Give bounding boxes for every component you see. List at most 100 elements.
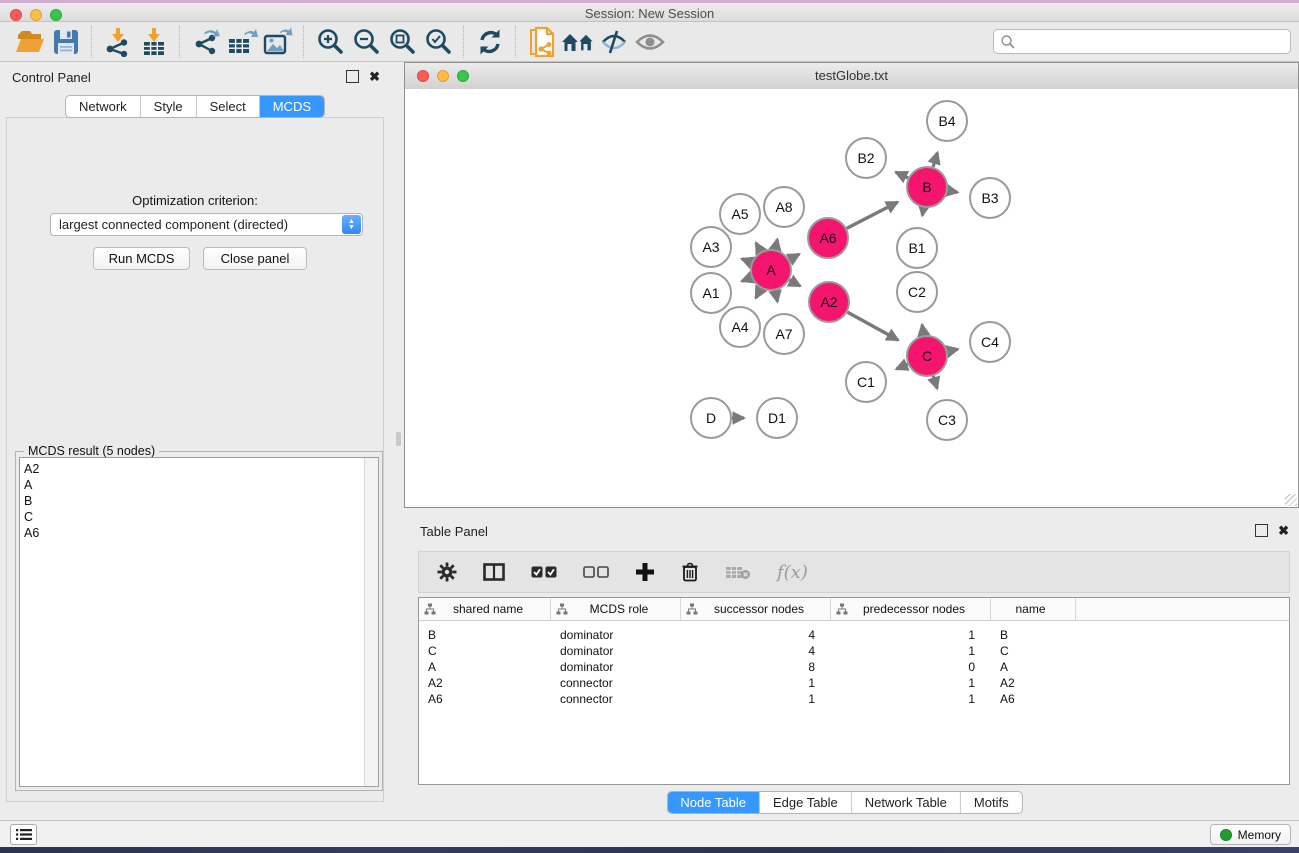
- close-panel-button[interactable]: Close panel: [203, 247, 307, 270]
- export-table-icon: [226, 27, 258, 57]
- graph-edge-A2-C[interactable]: [847, 312, 898, 340]
- graph-edge-A6-B[interactable]: [847, 202, 898, 228]
- graph-node-label: C1: [857, 374, 875, 390]
- hide-panel-button[interactable]: [596, 25, 632, 59]
- settings-gear-button[interactable]: [437, 562, 457, 582]
- node-table[interactable]: shared nameMCDS rolesuccessor nodesprede…: [418, 597, 1290, 785]
- zoom-out-button[interactable]: [348, 25, 384, 59]
- graph-edge-B-B2[interactable]: [896, 172, 908, 178]
- graph-node-label: A6: [819, 230, 836, 246]
- tab-select[interactable]: Select: [197, 96, 260, 117]
- tab-motifs[interactable]: Motifs: [961, 792, 1022, 813]
- first-neighbors-button[interactable]: [560, 25, 596, 59]
- vertical-splitter-handle[interactable]: [396, 432, 401, 446]
- column-header-successor-nodes[interactable]: successor nodes: [681, 598, 831, 620]
- result-scrollbar[interactable]: [364, 458, 378, 786]
- tab-style[interactable]: Style: [141, 96, 197, 117]
- table-cell: B: [419, 628, 551, 642]
- column-header-predecessor-nodes[interactable]: predecessor nodes: [831, 598, 991, 620]
- search-icon: [1000, 34, 1016, 50]
- run-mcds-button[interactable]: Run MCDS: [93, 247, 190, 270]
- open-session-button[interactable]: [12, 25, 48, 59]
- task-history-button[interactable]: [10, 824, 37, 845]
- list-item[interactable]: A: [20, 477, 378, 493]
- save-session-button[interactable]: [48, 25, 84, 59]
- export-network-icon: [190, 27, 222, 57]
- table-cell: A6: [991, 692, 1076, 706]
- delete-column-button[interactable]: [681, 562, 699, 582]
- table-cell: connector: [551, 676, 681, 690]
- graph-edge-A-A1[interactable]: [742, 278, 752, 282]
- tab-mcds[interactable]: MCDS: [260, 96, 324, 117]
- search-input[interactable]: [1016, 34, 1290, 50]
- graph-edge-A-A4[interactable]: [756, 288, 761, 298]
- table-row[interactable]: A6connector11A6: [419, 691, 1289, 707]
- list-item[interactable]: B: [20, 493, 378, 509]
- tab-node-table[interactable]: Node Table: [667, 792, 760, 813]
- graph-edge-A-A6[interactable]: [789, 254, 799, 260]
- new-network-from-selection-button[interactable]: [524, 25, 560, 59]
- export-table-button[interactable]: [224, 25, 260, 59]
- resize-grip-icon[interactable]: [1285, 494, 1297, 506]
- graph-edge-C-C1[interactable]: [896, 364, 907, 369]
- table-row[interactable]: Adominator80A: [419, 659, 1289, 675]
- table-cell: dominator: [551, 660, 681, 674]
- graph-edge-B-B3[interactable]: [948, 191, 958, 193]
- table-cell: 1: [681, 692, 831, 706]
- graph-edge-A-A2[interactable]: [789, 280, 800, 286]
- graph-edge-A-A3[interactable]: [742, 259, 752, 263]
- float-panel-icon[interactable]: [346, 70, 359, 83]
- table-row[interactable]: Cdominator41C: [419, 643, 1289, 659]
- graph-node-label: C: [922, 348, 932, 364]
- mcds-result-list[interactable]: A2ABCA6: [19, 457, 379, 787]
- graph-node-label: B: [922, 179, 931, 195]
- memory-button[interactable]: Memory: [1210, 824, 1291, 845]
- graph-edge-C-C4[interactable]: [947, 349, 957, 351]
- column-header-name[interactable]: name: [991, 598, 1076, 620]
- table-row[interactable]: Bdominator41B: [419, 627, 1289, 643]
- deselect-all-button[interactable]: [583, 566, 609, 579]
- column-header-shared-name[interactable]: shared name: [419, 598, 551, 620]
- graph-edge-B-B1[interactable]: [922, 208, 923, 216]
- graph-node-label: A1: [702, 285, 719, 301]
- add-column-button[interactable]: [635, 562, 655, 582]
- table-row[interactable]: A2connector11A2: [419, 675, 1289, 691]
- tab-edge-table[interactable]: Edge Table: [760, 792, 852, 813]
- show-column-button[interactable]: [483, 563, 505, 581]
- list-item[interactable]: A2: [20, 461, 378, 477]
- graph-edge-A-A7[interactable]: [775, 291, 777, 302]
- list-item[interactable]: A6: [20, 525, 378, 541]
- zoom-fit-button[interactable]: [384, 25, 420, 59]
- show-panel-button[interactable]: [632, 25, 668, 59]
- graph-node-label: B4: [938, 113, 955, 129]
- float-table-panel-icon[interactable]: [1255, 524, 1268, 537]
- close-panel-icon[interactable]: ✖: [369, 71, 380, 82]
- zoom-in-button[interactable]: [312, 25, 348, 59]
- export-network-button[interactable]: [188, 25, 224, 59]
- graph-edge-A-A5[interactable]: [756, 243, 761, 252]
- list-item[interactable]: C: [20, 509, 378, 525]
- graph-edge-A-A8[interactable]: [775, 239, 777, 249]
- select-all-button[interactable]: [531, 566, 557, 579]
- network-window-titlebar[interactable]: testGlobe.txt: [405, 63, 1298, 90]
- tab-network-table[interactable]: Network Table: [852, 792, 961, 813]
- zoom-selected-button[interactable]: [420, 25, 456, 59]
- control-panel-title: Control Panel: [12, 70, 91, 85]
- graph-edge-C-C3[interactable]: [933, 376, 937, 388]
- network-canvas[interactable]: B4B2BB3A5A8A6B1A3AA1C2A2A4A7C4CC1DD1C3: [405, 89, 1298, 507]
- graph-edge-B-B4[interactable]: [933, 153, 937, 167]
- delete-table-button[interactable]: [725, 564, 751, 580]
- tab-network[interactable]: Network: [66, 96, 141, 117]
- close-table-panel-icon[interactable]: ✖: [1278, 525, 1289, 536]
- function-builder-button[interactable]: f(x): [777, 562, 808, 583]
- graph-edge-C-C2[interactable]: [922, 325, 924, 336]
- refresh-button[interactable]: [472, 25, 508, 59]
- network-view-window: testGlobe.txt B4B2BB3A5A8A6B1A3AA1C2A2A4…: [404, 62, 1299, 508]
- column-header-MCDS-role[interactable]: MCDS role: [551, 598, 681, 620]
- export-image-button[interactable]: [260, 25, 296, 59]
- search-field[interactable]: [993, 29, 1291, 54]
- criterion-select[interactable]: largest connected component (directed) ▲…: [50, 213, 363, 236]
- import-table-button[interactable]: [136, 25, 172, 59]
- import-network-button[interactable]: [100, 25, 136, 59]
- table-cell: A: [991, 660, 1076, 674]
